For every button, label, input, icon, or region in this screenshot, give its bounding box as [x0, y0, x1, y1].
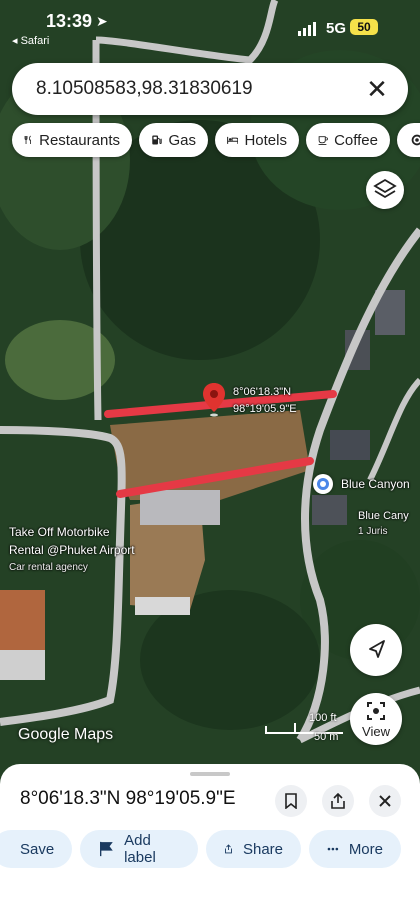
back-app-label: Safari [20, 35, 50, 47]
place-label-takeoff[interactable]: Take Off Motorbike Rental @Phuket Airpor… [9, 525, 135, 575]
place-label-blue-canyon[interactable]: Blue Canyon [341, 477, 410, 492]
search-bar[interactable]: 8.10508583,98.31830619 ✕ [12, 63, 408, 115]
location-arrow-icon: ➤ [96, 13, 108, 29]
scale-metric: 50 m [314, 731, 339, 743]
save-label: Save [20, 840, 55, 858]
network-type: 5G [326, 20, 347, 37]
sheet-grab-handle[interactable] [190, 772, 230, 776]
pin-coordinates-label: 8°06'18.3"N 98°19'05.9"E [233, 386, 297, 415]
save-button[interactable]: Save [0, 830, 72, 868]
back-to-app-link[interactable]: ◂ Safari [12, 34, 49, 47]
layers-button[interactable] [366, 171, 404, 209]
status-bar: 13:39 ➤ ◂ Safari 5G 50 [0, 0, 420, 56]
add-label-button[interactable]: Add label [80, 830, 198, 868]
share-icon-button[interactable] [322, 785, 354, 817]
place-sub: 1 Juris [358, 526, 388, 537]
place-category: Car rental agency [9, 562, 88, 573]
scale-imperial: 100 ft [309, 712, 337, 724]
chip-restaurants[interactable]: Restaurants [12, 123, 132, 157]
place-name-line2: Rental @Phuket Airport [9, 543, 135, 557]
google-maps-attribution: Google Maps [18, 726, 114, 743]
chip-label: Gas [168, 131, 196, 149]
battery-indicator: 50 [350, 19, 378, 35]
chip-label: Coffee [334, 131, 378, 149]
place-marker-icon[interactable] [313, 474, 333, 494]
share-label: Share [242, 840, 283, 858]
chip-label: Hotels [244, 131, 287, 149]
add-label-label: Add label [124, 832, 156, 866]
share-icon [331, 793, 345, 809]
bookmark-icon [285, 793, 297, 809]
signal-icon [298, 22, 316, 36]
chip-coffee[interactable]: Coffee [306, 123, 390, 157]
view-button-label: View [362, 724, 390, 739]
view-button[interactable]: View [350, 693, 402, 745]
place-label-blue-canyon-2[interactable]: Blue Cany 1 Juris [358, 509, 409, 539]
share-icon [225, 844, 232, 854]
pin-lng: 98°19'05.9"E [233, 403, 297, 415]
more-label: More [348, 840, 383, 858]
more-button[interactable]: More [309, 830, 401, 868]
gas-pump-icon [152, 135, 162, 145]
close-icon[interactable]: ✕ [362, 74, 392, 104]
sheet-title: 8°06'18.3"N 98°19'05.9"E [20, 788, 236, 809]
place-name: Blue Cany [358, 510, 409, 522]
street-view-icon [367, 702, 385, 720]
navigate-button[interactable] [350, 624, 402, 676]
close-icon [379, 795, 391, 807]
chip-gas[interactable]: Gas [139, 123, 208, 157]
bookmark-button[interactable] [275, 785, 307, 817]
fork-knife-icon [24, 135, 31, 145]
chip-label: Restaurants [39, 131, 120, 149]
status-time: 13:39 [46, 11, 93, 31]
coffee-cup-icon [318, 136, 328, 145]
dropped-pin-icon[interactable] [201, 382, 227, 418]
search-input[interactable]: 8.10508583,98.31830619 [36, 78, 253, 100]
pin-lat: 8°06'18.3"N [233, 386, 292, 398]
gear-icon [411, 134, 420, 146]
sheet-close-button[interactable] [369, 785, 401, 817]
more-dots-icon [327, 847, 339, 851]
bed-icon [227, 136, 239, 144]
flag-icon [100, 841, 113, 857]
place-name-line1: Take Off Motorbike [9, 525, 110, 539]
chip-hotels[interactable]: Hotels [215, 123, 299, 157]
share-button[interactable]: Share [206, 830, 301, 868]
layers-icon [373, 178, 397, 199]
bottom-sheet: 8°06'18.3"N 98°19'05.9"E Save Add label … [0, 764, 420, 910]
navigation-arrow-icon [369, 640, 385, 658]
